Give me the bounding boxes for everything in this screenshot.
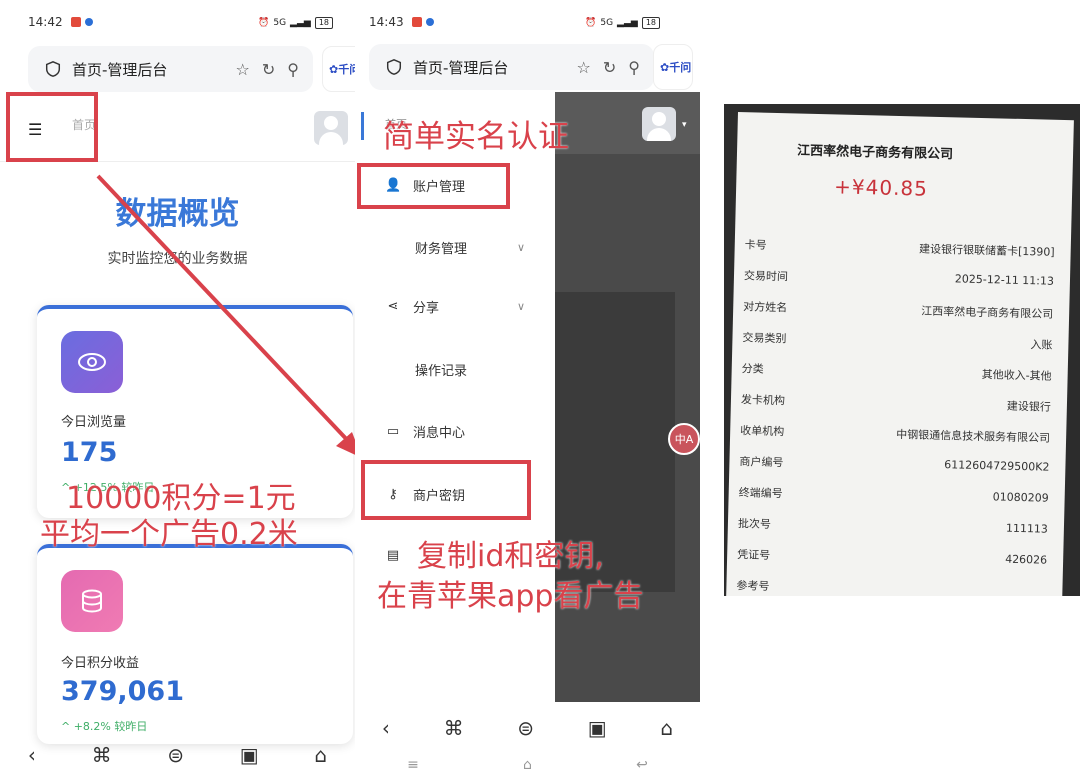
receipt-key: 收单机构 — [740, 424, 785, 439]
receipt-row: 参考号 — [736, 577, 1047, 593]
annotation-box-merchant-key — [361, 460, 531, 520]
receipt-value: 其他收入-其他 — [981, 368, 1052, 383]
receipt-value: 01080209 — [992, 490, 1049, 505]
qianwen-label: 千问 — [669, 61, 692, 74]
page-title: 首页-管理后台 — [413, 58, 509, 77]
receipt-row: 凭证号 426026 — [737, 546, 1047, 567]
receipt-value: 入账 — [1030, 338, 1053, 352]
receipt-row: 交易类别 入账 — [742, 329, 1053, 352]
network-label: 5G — [600, 18, 614, 28]
receipt-row: 批次号 111113 — [738, 515, 1048, 536]
receipt-key: 对方姓名 — [743, 300, 788, 315]
bank-receipt-photo: 江西率然电子商务有限公司 +¥40.85 卡号 建设银行银联储蓄卡[1390] 交易… — [724, 104, 1080, 596]
menu-icon[interactable]: ⊜ — [517, 716, 534, 740]
receipt-key: 批次号 — [737, 517, 772, 531]
qianwen-icon: ✿ — [660, 60, 670, 74]
qianwen-tab[interactable]: ✿ 千问 — [653, 44, 693, 90]
annotation-box-account — [357, 163, 510, 209]
avatar[interactable] — [642, 107, 676, 141]
home-icon[interactable]: ⌂ — [660, 716, 673, 740]
reload-icon[interactable]: ↻ — [603, 58, 616, 77]
favorite-icon[interactable]: ☆ — [577, 58, 591, 77]
browser-address-bar[interactable]: 首页-管理后台 ☆ ↻ ⚲ — [369, 44, 654, 90]
receipt-value: 426026 — [1004, 552, 1048, 567]
menu-item-finance[interactable]: 财务管理 ∨ — [415, 238, 525, 257]
apps-icon[interactable]: ⌘ — [444, 716, 464, 740]
home-gesture-icon[interactable]: ⌂ — [523, 757, 532, 773]
receipt-value: 建设银行银联储蓄卡[1390] — [918, 242, 1055, 259]
receipt-key: 终端编号 — [738, 486, 783, 501]
receipt-row: 卡号 建设银行银联储蓄卡[1390] — [745, 236, 1055, 259]
app-notification-icon — [411, 17, 422, 27]
receipt-amount: +¥40.85 — [833, 174, 929, 201]
receipt-value: 建设银行 — [1006, 399, 1052, 414]
receipt-key: 发卡机构 — [740, 393, 786, 408]
annotation-copy-id: 复制id和密钥, — [417, 539, 604, 574]
menu-message-label: 消息中心 — [413, 426, 466, 441]
share-icon[interactable]: ⚲ — [628, 58, 640, 77]
share-icon: ⋖ — [387, 299, 399, 314]
notification-icon — [425, 18, 434, 26]
receipt-row: 分类 其他收入-其他 — [742, 360, 1052, 383]
shield-icon — [386, 59, 402, 75]
status-bar: 14:43 ⏰ 5G ▂▃▅ 18 — [355, 0, 710, 44]
receipt-company: 江西率然电子商务有限公司 — [796, 143, 954, 163]
menu-item-share[interactable]: ⋖ 分享 ∨ — [385, 297, 525, 316]
recent-apps-icon[interactable]: ≡ — [407, 757, 419, 773]
signal-icon: ▂▃▅ — [617, 18, 638, 28]
receipt-key: 卡号 — [744, 238, 767, 252]
receipt-key: 参考号 — [736, 579, 770, 593]
menu-item-oplog[interactable]: 操作记录 — [415, 360, 615, 379]
receipt-value: 江西率然电子商务有限公司 — [921, 304, 1054, 321]
menu-share-label: 分享 — [413, 301, 440, 316]
receipt-key: 交易类别 — [742, 331, 787, 346]
tabs-icon[interactable]: ▣ — [588, 716, 607, 740]
receipt-row: 收单机构 中钢银通信息技术服务有限公司 — [740, 422, 1050, 445]
back-gesture-icon[interactable]: ↩ — [636, 757, 648, 773]
gesture-bar: ≡ ⌂ ↩ — [355, 755, 700, 775]
menu-finance-label: 财务管理 — [415, 242, 468, 257]
menu-item-message[interactable]: ▭ 消息中心 — [385, 422, 585, 441]
battery-icon: 18 — [641, 17, 660, 29]
back-icon[interactable]: ‹ — [382, 716, 390, 740]
receipt-key: 分类 — [741, 362, 764, 376]
chat-icon: ▭ — [386, 424, 400, 439]
status-time: 14:43 — [369, 15, 404, 29]
alarm-icon: ⏰ — [585, 18, 597, 28]
receipt-row: 对方姓名 江西率然电子商务有限公司 — [743, 298, 1053, 321]
receipt-key: 商户编号 — [739, 455, 784, 470]
document-icon: ▤ — [386, 548, 400, 563]
middle-phone-screen: 14:43 ⏰ 5G ▂▃▅ 18 首页-管理后台 ☆ ↻ ⚲ ✿ 千问 ▾ 首… — [355, 0, 710, 775]
receipt-key: 交易时间 — [743, 269, 789, 284]
chevron-down-icon: ▾ — [682, 120, 687, 130]
active-indicator — [361, 112, 364, 140]
receipt-value: 6112604729500K2 — [944, 458, 1050, 474]
receipt-row: 终端编号 01080209 — [739, 484, 1049, 505]
translate-icon[interactable]: 中A — [668, 423, 700, 455]
screenshot-root: 14:42 ⏰ 5G ▂▃▅ 18 首页-管理后台 ☆ ↻ ⚲ ✿ 千问 ☰ 首页 — [0, 0, 1080, 775]
receipt-key: 凭证号 — [737, 548, 771, 562]
receipt-value: 2025-12-11 11:13 — [954, 272, 1055, 288]
annotation-realname: 简单实名认证 — [383, 119, 569, 155]
receipt-row: 交易时间 2025-12-11 11:13 — [744, 267, 1054, 288]
status-right: ⏰ 5G ▂▃▅ 18 — [585, 17, 660, 29]
chevron-down-icon: ∨ — [516, 300, 525, 313]
annotation-watch-ads: 在青苹果app看广告 — [377, 579, 644, 614]
receipt-row: 商户编号 6112604729500K2 — [739, 453, 1049, 474]
bottom-nav: ‹ ⌘ ⊜ ▣ ⌂ — [355, 705, 700, 750]
receipt-paper: 江西率然电子商务有限公司 +¥40.85 卡号 建设银行银联储蓄卡[1390] 交易… — [725, 112, 1074, 596]
receipt-value: 111113 — [1005, 521, 1049, 536]
chevron-down-icon: ∨ — [516, 241, 525, 254]
receipt-value: 中钢银通信息技术服务有限公司 — [896, 427, 1051, 445]
menu-oplog-label: 操作记录 — [415, 364, 468, 379]
receipt-row: 发卡机构 建设银行 — [741, 391, 1051, 414]
